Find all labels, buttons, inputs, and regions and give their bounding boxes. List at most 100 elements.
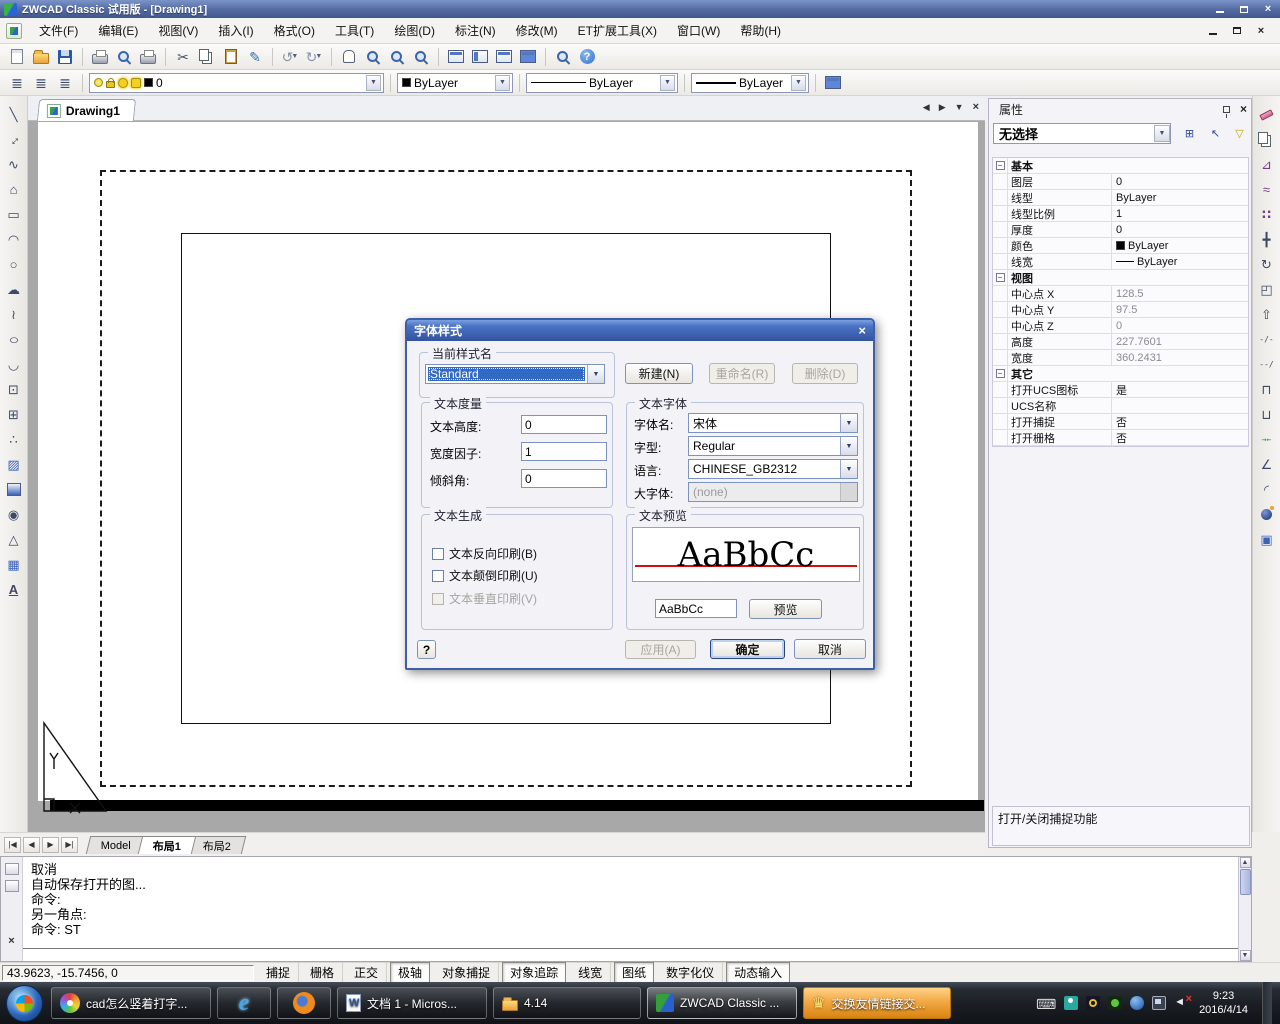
prop-row-thickness[interactable]: 厚度0: [993, 222, 1248, 238]
toggle-otrack[interactable]: 对象追踪: [502, 962, 566, 983]
toggle-osnap[interactable]: 对象捕捉: [434, 962, 498, 983]
layer-previous-button[interactable]: ≣: [54, 72, 76, 94]
mirror-button[interactable]: ⊿: [1256, 154, 1278, 175]
designcenter-button[interactable]: [493, 46, 515, 68]
copy-object-button[interactable]: [1256, 129, 1278, 150]
chat-tray-icon[interactable]: [1064, 996, 1078, 1010]
help-button[interactable]: ?: [576, 46, 598, 68]
section-basic[interactable]: −基本: [993, 158, 1248, 174]
language-combo-arrow[interactable]: ▼: [840, 460, 857, 478]
tab-close-icon[interactable]: ×: [973, 101, 979, 113]
lineweight-combo-arrow[interactable]: ▼: [791, 75, 806, 91]
dialog-titlebar[interactable]: 字体样式 ×: [407, 320, 873, 341]
doc-close-button[interactable]: ×: [1254, 25, 1268, 37]
font-style-combo[interactable]: Regular ▼: [688, 436, 858, 456]
region-button[interactable]: △: [3, 529, 25, 550]
menu-view[interactable]: 视图(V): [149, 19, 207, 42]
break-button[interactable]: ⊔: [1256, 404, 1278, 425]
prop-row-center-y[interactable]: 中心点 Y97.5: [993, 302, 1248, 318]
preview-text-input[interactable]: [655, 599, 737, 618]
linetype-combo-arrow[interactable]: ▼: [660, 75, 675, 91]
backwards-checkbox-box[interactable]: [432, 548, 444, 560]
prop-row-ucs-name[interactable]: UCS名称: [993, 398, 1248, 414]
chamfer-button[interactable]: ∠: [1256, 454, 1278, 475]
spline-button[interactable]: ≀: [3, 304, 25, 325]
tab-last-icon[interactable]: ▶|: [61, 837, 78, 853]
command-input[interactable]: [23, 948, 1238, 949]
revision-cloud-button[interactable]: ☁: [3, 279, 25, 300]
prop-row-center-x[interactable]: 中心点 X128.5: [993, 286, 1248, 302]
selection-combo-arrow[interactable]: ▼: [1154, 125, 1170, 142]
toggle-ortho[interactable]: 正交: [346, 962, 386, 983]
style-combo-arrow[interactable]: ▼: [587, 365, 604, 383]
tab-first-icon[interactable]: |◀: [4, 837, 21, 853]
color-combo[interactable]: ByLayer ▼: [397, 73, 513, 93]
tab-layout1[interactable]: 布局1: [138, 836, 197, 854]
plot-style-button[interactable]: [822, 72, 844, 94]
color-combo-arrow[interactable]: ▼: [495, 75, 510, 91]
ellipse-arc-button[interactable]: ◡: [3, 354, 25, 375]
cancel-button[interactable]: 取消: [794, 639, 866, 659]
copy-button[interactable]: [196, 46, 218, 68]
table-button[interactable]: ▦: [3, 554, 25, 575]
start-button[interactable]: [6, 985, 43, 1022]
save-button[interactable]: [54, 46, 76, 68]
taskbar-ie[interactable]: e: [217, 987, 271, 1019]
line-button[interactable]: ╲: [3, 104, 25, 125]
menu-modify[interactable]: 修改(M): [507, 19, 567, 42]
network-tray-icon[interactable]: [1152, 996, 1166, 1010]
menu-dimension[interactable]: 标注(N): [446, 19, 505, 42]
linetype-combo[interactable]: ByLayer ▼: [526, 73, 678, 93]
dialog-close-icon[interactable]: ×: [858, 323, 866, 338]
menu-format[interactable]: 格式(O): [265, 19, 324, 42]
section-view[interactable]: −视图: [993, 270, 1248, 286]
mtext-button[interactable]: A: [3, 579, 25, 600]
tab-next-icon[interactable]: ▶: [42, 837, 59, 853]
undo-button[interactable]: ↺▼: [279, 46, 301, 68]
command-options-icon[interactable]: [5, 880, 19, 892]
tab-prev-icon[interactable]: ◀: [23, 837, 40, 853]
font-name-combo[interactable]: 宋体 ▼: [688, 413, 858, 433]
arc-button[interactable]: ◠: [3, 229, 25, 250]
move-button[interactable]: ╋: [1256, 229, 1278, 250]
prop-row-grid-on[interactable]: 打开栅格否: [993, 430, 1248, 446]
properties-close-icon[interactable]: ×: [1240, 102, 1247, 116]
menu-window[interactable]: 窗口(W): [668, 19, 729, 42]
text-height-input[interactable]: [521, 415, 607, 434]
toggle-paper[interactable]: 图纸: [614, 962, 654, 983]
command-close-icon[interactable]: ×: [8, 935, 14, 947]
tab-list-icon[interactable]: ▼: [955, 102, 964, 112]
menu-help[interactable]: 帮助(H): [731, 19, 790, 42]
command-window-grip[interactable]: ×: [1, 857, 23, 961]
toggle-dynamic-input[interactable]: 动态输入: [726, 962, 790, 983]
point-button[interactable]: ∴: [3, 429, 25, 450]
toggle-polar[interactable]: 极轴: [390, 962, 430, 983]
restore-button[interactable]: [1236, 3, 1252, 16]
toggle-pickadd-button[interactable]: ▽: [1229, 124, 1250, 143]
match-properties-button[interactable]: ✎: [244, 46, 266, 68]
commandline-palette-button[interactable]: [445, 46, 467, 68]
close-button[interactable]: ×: [1260, 3, 1276, 16]
java-tray-icon[interactable]: [1130, 996, 1144, 1010]
taskbar-folder[interactable]: 4.14: [493, 987, 641, 1019]
oblique-angle-input[interactable]: [521, 469, 607, 488]
lineweight-combo[interactable]: ByLayer ▼: [691, 73, 809, 93]
prop-row-ucs-icon-on[interactable]: 打开UCS图标是: [993, 382, 1248, 398]
show-desktop-button[interactable]: [1262, 982, 1272, 1024]
font-style-combo-arrow[interactable]: ▼: [840, 437, 857, 455]
hatch-button[interactable]: ▨: [3, 454, 25, 475]
layer-states-button[interactable]: ≣: [30, 72, 52, 94]
prop-row-linetype-scale[interactable]: 线型比例1: [993, 206, 1248, 222]
minimize-button[interactable]: [1212, 3, 1228, 16]
redo-button[interactable]: ↻▼: [303, 46, 325, 68]
prop-row-snap-on[interactable]: 打开捕捉否: [993, 414, 1248, 430]
scroll-down-icon[interactable]: ▼: [1240, 950, 1251, 961]
insert-block-button[interactable]: ⊡: [3, 379, 25, 400]
cut-button[interactable]: ✂: [172, 46, 194, 68]
toolbox-button[interactable]: [517, 46, 539, 68]
taskbar-zwcad[interactable]: ZWCAD Classic ...: [647, 987, 797, 1019]
selection-combo[interactable]: 无选择 ▼: [993, 123, 1171, 144]
select-objects-button[interactable]: ↖: [1205, 124, 1226, 143]
toggle-snap[interactable]: 捕捉: [258, 962, 298, 983]
rectangle-button[interactable]: ▭: [3, 204, 25, 225]
